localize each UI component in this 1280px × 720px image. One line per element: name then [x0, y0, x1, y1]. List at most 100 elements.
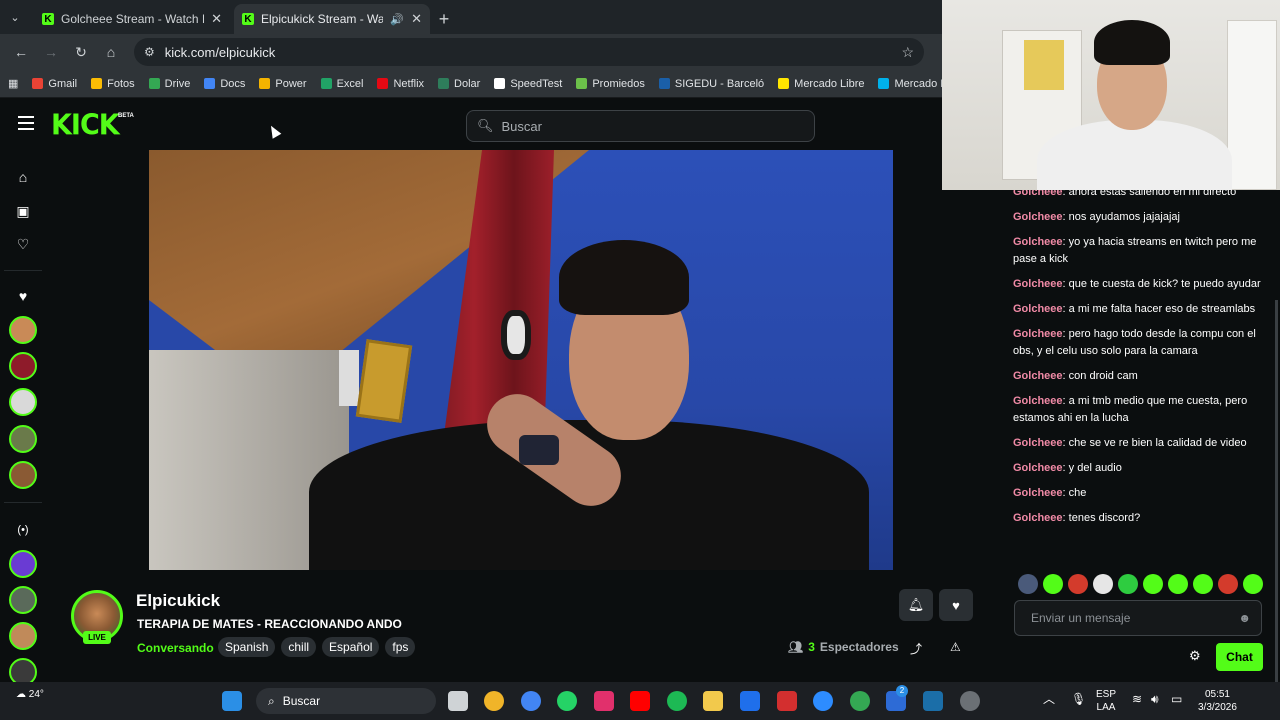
- chat-username[interactable]: Golcheee: [1013, 395, 1063, 407]
- chat-username[interactable]: Golcheee: [1013, 462, 1063, 474]
- clock[interactable]: 05:51 3/3/2026: [1198, 688, 1237, 714]
- obs-icon[interactable]: [960, 691, 980, 711]
- zoom-icon[interactable]: [813, 691, 833, 711]
- chat-username[interactable]: Golcheee: [1013, 437, 1063, 449]
- browse-icon[interactable]: ▣: [14, 202, 32, 220]
- chat-username[interactable]: Golcheee: [1013, 370, 1063, 382]
- address-bar[interactable]: ⚙ kick.com/elpicukick ☆: [134, 38, 924, 66]
- chat-input[interactable]: Enviar un mensaje ☻: [1014, 600, 1262, 636]
- bookmark-item[interactable]: Gmail: [32, 78, 77, 90]
- followed-channel-avatar[interactable]: [9, 352, 37, 380]
- emote-icon[interactable]: [1118, 574, 1138, 594]
- emote-icon[interactable]: [1193, 574, 1213, 594]
- bookmark-item[interactable]: SpeedTest: [494, 78, 562, 90]
- search-input[interactable]: 🔍︎ Buscar: [466, 110, 815, 142]
- new-tab-button[interactable]: +: [430, 4, 458, 34]
- bookmark-item[interactable]: Docs: [204, 78, 245, 90]
- emote-icon[interactable]: [1243, 574, 1263, 594]
- bookmark-item[interactable]: Excel: [320, 78, 363, 90]
- chat-username[interactable]: Golcheee: [1013, 211, 1063, 223]
- chat-username[interactable]: Golcheee: [1013, 278, 1063, 290]
- widgets-icon[interactable]: [484, 691, 504, 711]
- tag-chip[interactable]: fps: [385, 637, 416, 657]
- site-info-icon[interactable]: ⚙: [144, 45, 155, 59]
- menu-icon[interactable]: [18, 116, 34, 134]
- tag-chip[interactable]: Spanish: [218, 637, 276, 657]
- tag-chip[interactable]: chill: [281, 637, 317, 657]
- app-icon[interactable]: [740, 691, 760, 711]
- youtube-icon[interactable]: [630, 691, 650, 711]
- bookmark-item[interactable]: Mercado Libre: [778, 78, 864, 90]
- emote-icon[interactable]: [1143, 574, 1163, 594]
- tab-elpicukick[interactable]: K Elpicukick Stream - Watch Live on Kick…: [234, 4, 430, 34]
- bookmark-star-icon[interactable]: ☆: [901, 44, 914, 61]
- followed-channel-avatar[interactable]: [9, 461, 37, 489]
- weather-widget[interactable]: ☁ 24°: [16, 689, 44, 700]
- taskbar-search[interactable]: ⌕ Buscar: [256, 688, 436, 714]
- bookmark-item[interactable]: SIGEDU - Barceló: [658, 78, 764, 90]
- send-chat-button[interactable]: Chat: [1216, 643, 1263, 671]
- tab-golcheee[interactable]: K Golcheee Stream - Watch Live on Kick ✕: [34, 4, 230, 34]
- follow-heart-button[interactable]: ♥: [939, 589, 973, 621]
- chat-username[interactable]: Golcheee: [1013, 236, 1063, 248]
- emote-icon[interactable]: [1168, 574, 1188, 594]
- bookmark-item[interactable]: Fotos: [91, 78, 135, 90]
- task-view-icon[interactable]: [448, 691, 468, 711]
- bookmark-item[interactable]: Power: [259, 78, 307, 90]
- tab-search-icon[interactable]: ⌄: [0, 0, 30, 34]
- chrome-icon[interactable]: [521, 691, 541, 711]
- microphone-icon[interactable]: 🎙︎: [1071, 693, 1086, 706]
- chat-username[interactable]: Golcheee: [1013, 328, 1063, 340]
- back-icon[interactable]: ←: [8, 39, 34, 65]
- emote-icon[interactable]: [1093, 574, 1113, 594]
- recommended-channel-avatar[interactable]: [9, 586, 37, 614]
- followed-channel-avatar[interactable]: [9, 425, 37, 453]
- speaker-icon[interactable]: 🔊: [390, 13, 404, 26]
- emote-icon[interactable]: [1018, 574, 1038, 594]
- spotify-icon[interactable]: [667, 691, 687, 711]
- chat-username[interactable]: Golcheee: [1013, 303, 1063, 315]
- bookmark-item[interactable]: Dolar: [438, 78, 480, 90]
- tag-chip[interactable]: Español: [322, 637, 380, 657]
- recommended-channel-avatar[interactable]: [9, 622, 37, 650]
- video-player[interactable]: [149, 150, 893, 570]
- chrome-icon[interactable]: [850, 691, 870, 711]
- emote-icon[interactable]: [1043, 574, 1063, 594]
- whatsapp-icon[interactable]: [557, 691, 577, 711]
- reload-icon[interactable]: ↻: [68, 39, 94, 65]
- file-explorer-icon[interactable]: [703, 691, 723, 711]
- chevron-up-icon[interactable]: ︿: [1043, 693, 1055, 706]
- kick-logo[interactable]: KICK: [51, 109, 120, 142]
- followed-channel-avatar[interactable]: [9, 388, 37, 416]
- instagram-icon[interactable]: [594, 691, 614, 711]
- bookmark-item[interactable]: Mercado Pago: [878, 78, 942, 90]
- emoji-icon[interactable]: ☻: [1238, 611, 1251, 625]
- channel-name[interactable]: Elpicukick: [136, 591, 220, 611]
- bookmark-item[interactable]: Netflix: [377, 78, 424, 90]
- forward-icon[interactable]: →: [38, 39, 64, 65]
- bookmark-item[interactable]: Drive: [148, 78, 190, 90]
- notification-bell-button[interactable]: 🔔︎: [899, 589, 933, 621]
- chat-scrollbar[interactable]: [1275, 300, 1278, 710]
- volume-icon[interactable]: 🔊︎: [1151, 693, 1159, 706]
- apps-icon[interactable]: ▦: [8, 77, 18, 90]
- language-indicator[interactable]: ESP LAA: [1096, 688, 1116, 714]
- chat-username[interactable]: Golcheee: [1013, 512, 1063, 524]
- emote-icon[interactable]: [1218, 574, 1238, 594]
- bookmark-item[interactable]: Promiedos: [576, 78, 645, 90]
- home-icon[interactable]: ⌂: [14, 168, 32, 186]
- wifi-icon[interactable]: ≋: [1132, 693, 1142, 706]
- chat-settings-icon[interactable]: ⚙: [1189, 648, 1201, 664]
- following-icon[interactable]: ♡: [14, 235, 32, 253]
- url-text[interactable]: kick.com/elpicukick: [165, 45, 892, 60]
- acrobat-icon[interactable]: [777, 691, 797, 711]
- battery-icon[interactable]: ▭: [1171, 693, 1182, 706]
- app-icon[interactable]: [923, 691, 943, 711]
- category-link[interactable]: Conversando: [137, 641, 214, 655]
- home-icon[interactable]: ⌂: [98, 39, 124, 65]
- close-tab-icon[interactable]: ✕: [411, 11, 422, 27]
- chat-username[interactable]: Golcheee: [1013, 487, 1063, 499]
- close-tab-icon[interactable]: ✕: [211, 11, 222, 27]
- report-icon[interactable]: ⚠: [950, 640, 961, 654]
- windows-start-icon[interactable]: [222, 691, 242, 711]
